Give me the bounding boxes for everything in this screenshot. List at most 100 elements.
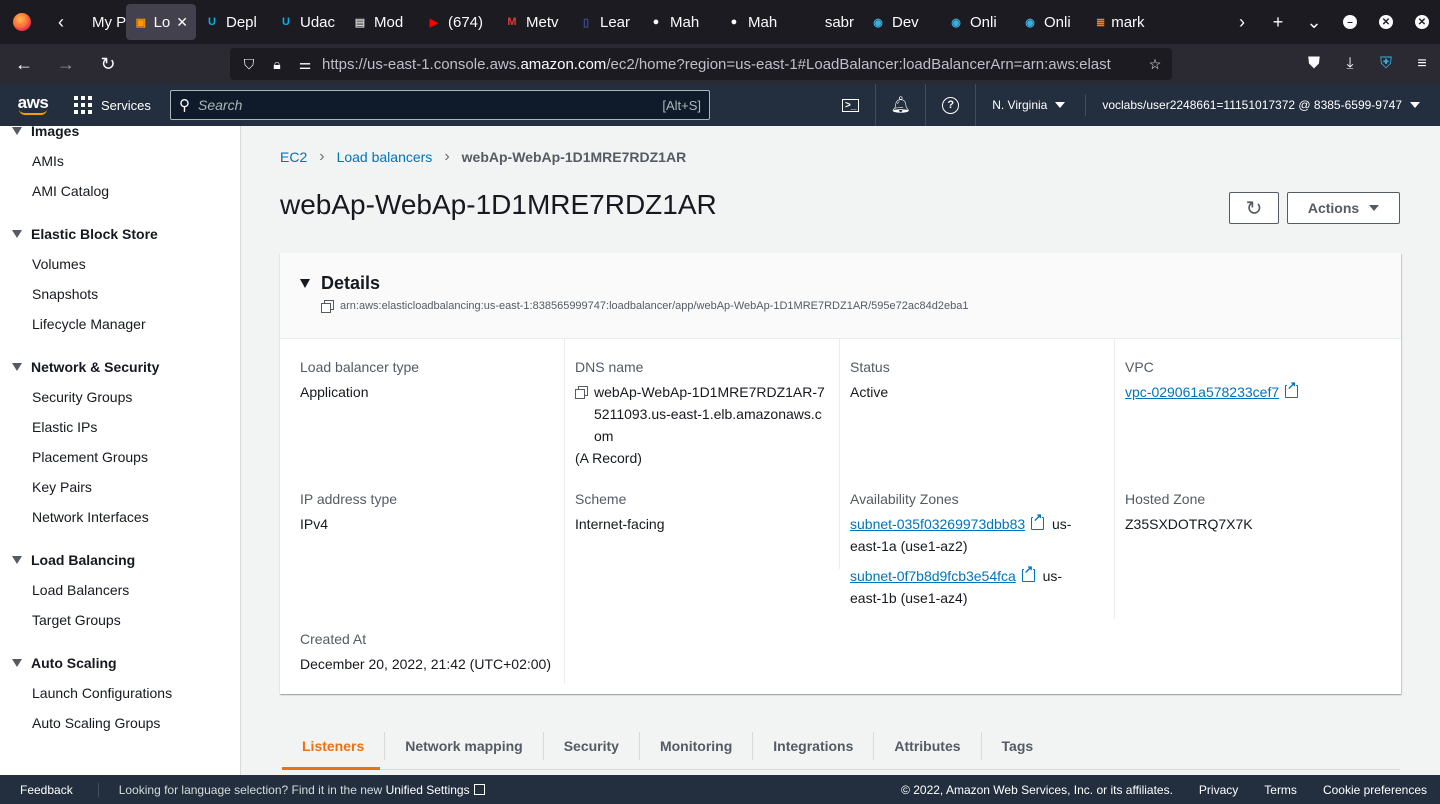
sidebar-item[interactable]: Key Pairs (0, 472, 240, 502)
cloudshell-icon[interactable]: >_ (826, 84, 877, 126)
browser-tab[interactable]: ▣ Lo ✕ (126, 4, 196, 40)
maximize-window-button[interactable]: ✕ (1368, 0, 1404, 44)
actions-button[interactable]: Actions (1287, 192, 1400, 224)
extension-icon[interactable]: ⛨ (1368, 44, 1404, 84)
terms-link[interactable]: Terms (1251, 783, 1310, 797)
forward-icon[interactable]: → (48, 44, 84, 84)
url-bar[interactable]: ⛉ 🔒︎ ⚌ https://us-east-1.console.aws.ama… (230, 48, 1172, 80)
tabs-scroll-left-icon[interactable]: ‹ (44, 0, 78, 44)
tab-tags[interactable]: Tags (982, 732, 1054, 760)
sidebar-item[interactable]: Elastic IPs (0, 412, 240, 442)
sidebar-item[interactable]: Load Balancers (0, 575, 240, 605)
browser-tab[interactable]: ◉ Dev (862, 4, 940, 40)
created-label: Created At (300, 631, 367, 647)
feedback-link[interactable]: Feedback (0, 782, 99, 797)
copy-icon[interactable] (575, 386, 588, 399)
external-link-icon[interactable] (1031, 513, 1045, 530)
tab-listeners[interactable]: Listeners (282, 732, 386, 760)
browser-tab[interactable]: sabr (796, 4, 862, 40)
external-link-icon[interactable] (1285, 381, 1299, 398)
close-window-button[interactable]: ✕ (1404, 0, 1440, 44)
privacy-link[interactable]: Privacy (1186, 783, 1251, 797)
sidebar-item[interactable]: Placement Groups (0, 442, 240, 472)
browser-tab[interactable]: ● Mah (718, 4, 796, 40)
list-tabs-icon[interactable]: ⌄ (1296, 0, 1332, 44)
collapse-toggle-icon[interactable] (300, 279, 310, 288)
sidebar-item[interactable]: Network Interfaces (0, 502, 240, 532)
browser-tab[interactable]: ● Mah (640, 4, 718, 40)
tab-attributes[interactable]: Attributes (874, 732, 982, 760)
copy-icon[interactable] (321, 300, 334, 313)
language-notice: Looking for language selection? Find it … (99, 783, 485, 797)
browser-tab[interactable]: ▯ Lear (570, 4, 640, 40)
eye-icon: ◉ (1025, 16, 1035, 29)
bookmark-star-icon[interactable]: ☆ (1144, 53, 1166, 75)
browser-tab-label: Onli (970, 13, 997, 31)
aws-logo[interactable]: aws (0, 84, 66, 126)
sidebar-item[interactable]: Volumes (0, 249, 240, 279)
breadcrumb-ec2[interactable]: EC2 (280, 149, 307, 165)
tab-integrations[interactable]: Integrations (753, 732, 875, 760)
firefox-menu-icon[interactable] (0, 0, 44, 44)
browser-tab[interactable]: ≣ mark (1088, 4, 1152, 40)
browser-tab[interactable]: ◉ Onli (1014, 4, 1088, 40)
sidebar-section-header[interactable]: Network & Security (0, 356, 240, 378)
region-selector[interactable]: N. Virginia (976, 94, 1087, 116)
sidebar-section-header[interactable]: Load Balancing (0, 549, 240, 571)
tracking-shield-icon[interactable]: ⛉ (238, 53, 260, 75)
browser-tab[interactable]: ▤ Mod (344, 4, 418, 40)
pocket-icon[interactable]: ⛊ (1296, 44, 1332, 84)
refresh-button[interactable]: ↻ (1229, 192, 1279, 224)
sidebar-section-header[interactable]: Images (0, 126, 240, 142)
sidebar-item[interactable]: Security Groups (0, 382, 240, 412)
close-tab-icon[interactable]: ✕ (176, 14, 188, 31)
breadcrumb-load-balancers[interactable]: Load balancers (337, 149, 433, 165)
sidebar-item[interactable]: Auto Scaling Groups (0, 708, 240, 738)
tab-security[interactable]: Security (544, 732, 640, 760)
sidebar-item[interactable]: Launch Configurations (0, 678, 240, 708)
subnet-link[interactable]: subnet-035f03269973dbb83 (850, 516, 1025, 532)
udacity-icon: U (208, 16, 216, 28)
tab-monitoring[interactable]: Monitoring (640, 732, 754, 760)
downloads-icon[interactable]: ⤓ (1332, 44, 1368, 84)
browser-tab[interactable]: U Depl (196, 4, 270, 40)
browser-tab[interactable]: U Udac (270, 4, 344, 40)
browser-tab[interactable]: ◉ Onli (940, 4, 1014, 40)
lock-icon[interactable]: 🔒︎ (266, 53, 288, 75)
account-menu[interactable]: voclabs/user2248661=11151017372 @ 8385-6… (1086, 84, 1440, 126)
new-tab-icon[interactable]: + (1260, 0, 1296, 44)
search-shortcut: [Alt+S] (662, 97, 701, 113)
vpc-link[interactable]: vpc-029061a578233cef7 (1125, 384, 1279, 400)
tab-network-mapping[interactable]: Network mapping (385, 732, 544, 760)
hamburger-menu-icon[interactable]: ≡ (1404, 44, 1440, 84)
services-menu-button[interactable]: Services (66, 84, 159, 126)
details-title[interactable]: Details (321, 273, 380, 294)
permissions-icon[interactable]: ⚌ (294, 53, 316, 75)
sidebar-item[interactable]: AMIs (0, 146, 240, 176)
back-icon[interactable]: ← (6, 44, 42, 84)
help-icon[interactable]: ? (926, 84, 977, 126)
external-link-icon[interactable] (1021, 565, 1035, 582)
tabs-scroll-right-icon[interactable]: › (1224, 0, 1260, 44)
notifications-bell-icon[interactable]: 🔔︎ (876, 84, 927, 126)
github-icon: ● (652, 16, 660, 28)
sidebar-item[interactable]: Snapshots (0, 279, 240, 309)
minimize-window-button[interactable]: – (1332, 0, 1368, 44)
ip-type-value: IPv4 (300, 516, 329, 532)
cookie-preferences-link[interactable]: Cookie preferences (1310, 783, 1440, 797)
sidebar-item[interactable]: Lifecycle Manager (0, 309, 240, 339)
browser-tab[interactable]: M Metv (496, 4, 570, 40)
reload-icon[interactable]: ↻ (90, 44, 126, 84)
external-link-icon[interactable] (473, 783, 485, 795)
sidebar-item[interactable]: AMI Catalog (0, 176, 240, 206)
sidebar-item[interactable]: Target Groups (0, 605, 240, 635)
browser-tab[interactable]: My P (78, 4, 126, 40)
unified-settings-link[interactable]: Unified Settings (386, 783, 470, 797)
sidebar-section-header[interactable]: Auto Scaling (0, 652, 240, 674)
subnet-link[interactable]: subnet-0f7b8d9fcb3e54fca (850, 568, 1016, 584)
dns-label: DNS name (575, 359, 644, 375)
sidebar-section-header[interactable]: Elastic Block Store (0, 223, 240, 245)
aws-search-input[interactable]: ⚲ Search [Alt+S] (170, 90, 710, 120)
url-text[interactable]: https://us-east-1.console.aws.amazon.com… (322, 56, 1144, 73)
browser-tab[interactable]: ▶ (674) (418, 4, 496, 40)
